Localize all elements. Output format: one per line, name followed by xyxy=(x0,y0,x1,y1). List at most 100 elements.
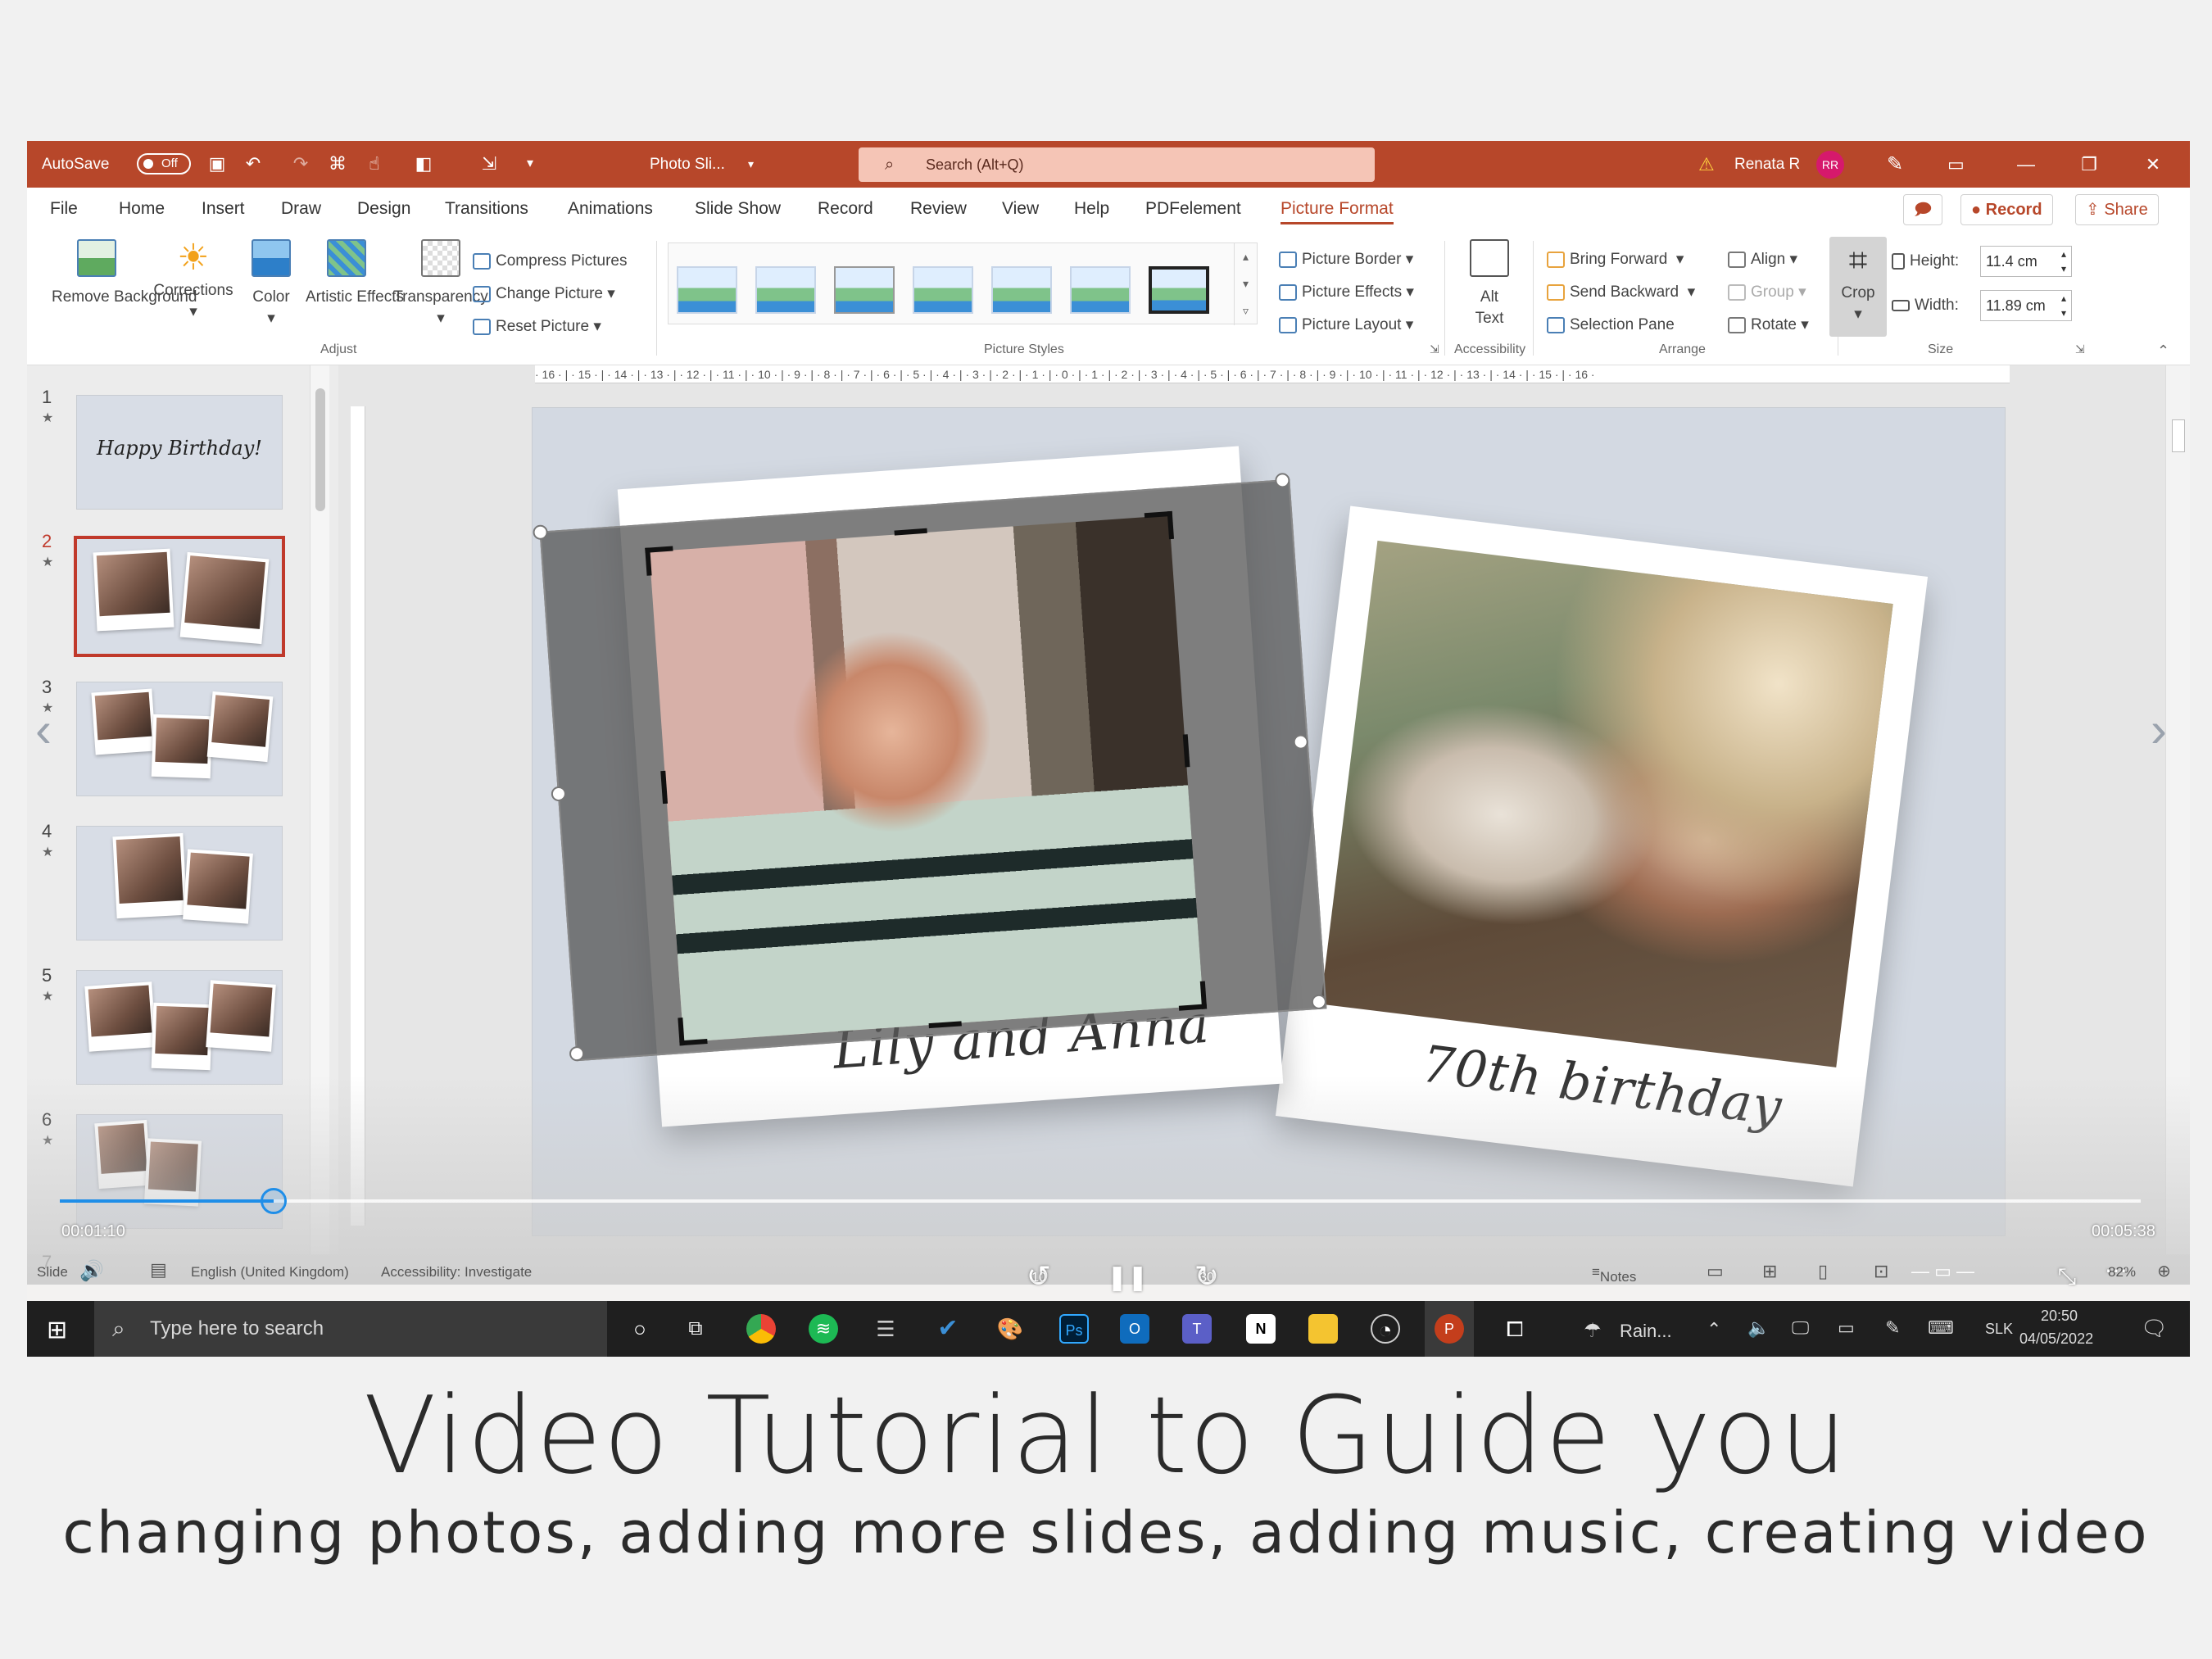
notion-icon[interactable]: N xyxy=(1246,1314,1276,1344)
tab-review[interactable]: Review xyxy=(910,199,967,219)
tab-pdfelement[interactable]: PDFelement xyxy=(1145,199,1241,219)
record-button[interactable]: ● Record xyxy=(1960,194,2053,225)
picture-style-5[interactable] xyxy=(991,266,1052,314)
search-box[interactable]: ⌕ Search (Alt+Q) xyxy=(859,147,1375,182)
tab-animations[interactable]: Animations xyxy=(568,199,653,219)
tab-transitions[interactable]: Transitions xyxy=(445,199,528,219)
group-button[interactable]: Group ▾ xyxy=(1728,282,1806,303)
slide-thumbnail-1[interactable]: Happy Birthday! xyxy=(76,395,283,510)
crop-handle-bottom[interactable] xyxy=(927,998,962,1029)
battery-icon[interactable]: ▭ xyxy=(1838,1317,1855,1339)
video-progress-track[interactable] xyxy=(60,1199,2141,1203)
normal-view-icon[interactable]: ▭ xyxy=(1707,1261,1724,1282)
document-name[interactable]: Photo Sli... xyxy=(650,141,725,188)
customize-qat-icon[interactable]: ▾ xyxy=(519,152,542,175)
ribbon-display-icon[interactable]: ▭ xyxy=(1947,141,1965,188)
collapse-ribbon-icon[interactable]: ⌃ xyxy=(2157,342,2169,360)
reading-view-icon[interactable]: ▯ xyxy=(1818,1261,1828,1282)
picture-effects-button[interactable]: Picture Effects ▾ xyxy=(1279,282,1414,303)
file-explorer-icon[interactable] xyxy=(1308,1314,1338,1344)
spotify-icon[interactable]: ≋ xyxy=(809,1314,838,1344)
windows-start-icon[interactable]: ⊞ xyxy=(47,1316,67,1344)
change-picture-button[interactable]: Change Picture ▾ xyxy=(473,283,615,305)
tab-design[interactable]: Design xyxy=(357,199,410,219)
align-button[interactable]: Align ▾ xyxy=(1728,249,1797,270)
powerpoint-taskbar-button[interactable]: P xyxy=(1425,1301,1474,1357)
picture-style-6[interactable] xyxy=(1070,266,1131,314)
photoshop-icon[interactable]: Ps xyxy=(1059,1314,1089,1344)
resize-handle[interactable] xyxy=(1311,994,1327,1010)
spellcheck-icon[interactable]: ▤ xyxy=(150,1259,167,1281)
slide-thumbnail-3[interactable] xyxy=(76,682,283,796)
more-options-icon[interactable]: ⋯ xyxy=(2100,1257,2133,1284)
notification-icon[interactable]: 🗨 xyxy=(2141,1316,2168,1341)
crop-handle-bottom-right[interactable] xyxy=(1176,981,1208,1011)
color-button[interactable]: Color ▾ xyxy=(238,239,304,329)
picture-style-7[interactable] xyxy=(1149,266,1209,314)
autosave-toggle[interactable]: Off xyxy=(137,153,191,175)
picture-style-1[interactable] xyxy=(677,266,737,314)
todo-icon[interactable]: ✔ xyxy=(933,1314,963,1344)
tray-chevron-icon[interactable]: ⌃ xyxy=(1707,1319,1721,1340)
user-name[interactable]: Renata R xyxy=(1734,141,1800,188)
forward-30-button[interactable]: ↻ 30 xyxy=(1186,1259,1227,1294)
selection-pane-button[interactable]: Selection Pane xyxy=(1547,315,1675,336)
redo-icon[interactable]: ↷ xyxy=(289,152,312,175)
app-icon[interactable]: ☰ xyxy=(871,1314,900,1344)
picture-border-button[interactable]: Picture Border ▾ xyxy=(1279,249,1413,270)
slide-thumbnail-4[interactable] xyxy=(76,826,283,941)
pause-button[interactable]: ❚❚ xyxy=(1107,1263,1148,1292)
picture-style-4[interactable] xyxy=(913,266,973,314)
picture-styles-gallery[interactable]: ▴ ▾ ▿ xyxy=(668,243,1258,325)
task-view-icon[interactable]: ⧉ xyxy=(681,1314,710,1344)
cortana-icon[interactable]: ○ xyxy=(625,1314,655,1344)
width-input[interactable]: 11.89 cm ▴ ▾ xyxy=(1980,290,2072,321)
teams-icon[interactable]: T xyxy=(1182,1314,1212,1344)
taskbar-search[interactable]: ⌕ Type here to search xyxy=(94,1301,607,1357)
compress-pictures-button[interactable]: Compress Pictures xyxy=(473,251,628,272)
slide-thumbnail-2[interactable] xyxy=(74,536,285,657)
crop-region-overlay[interactable] xyxy=(533,472,1327,1062)
tab-view[interactable]: View xyxy=(1002,199,1039,219)
language-status[interactable]: English (United Kingdom) xyxy=(191,1264,349,1281)
slide-sorter-icon[interactable]: ⊞ xyxy=(1762,1261,1777,1282)
weather-icon[interactable]: ☂ xyxy=(1584,1319,1602,1343)
save-icon[interactable]: ▣ xyxy=(206,152,229,175)
speaker-icon[interactable]: 🔈 xyxy=(1747,1317,1770,1339)
width-spinner[interactable]: ▴ ▾ xyxy=(2061,291,2066,320)
tab-record[interactable]: Record xyxy=(818,199,873,219)
crop-handle-top-right[interactable] xyxy=(1144,510,1175,542)
pen-icon[interactable]: ✎ xyxy=(1887,141,1903,188)
picture-layout-button[interactable]: Picture Layout ▾ xyxy=(1279,315,1413,336)
crop-button[interactable]: ⌗ Crop ▾ xyxy=(1829,237,1887,337)
resize-handle[interactable] xyxy=(569,1045,585,1062)
gallery-scroll[interactable]: ▴ ▾ ▿ xyxy=(1234,243,1257,325)
outlook-icon[interactable]: O xyxy=(1120,1314,1149,1344)
fit-to-window-icon[interactable]: ⊕ xyxy=(2157,1261,2171,1281)
thumbnail-scroll-thumb[interactable] xyxy=(315,388,325,511)
screen-icon[interactable]: ⧠ xyxy=(1500,1314,1530,1344)
crop-handle-bottom-left[interactable] xyxy=(678,1016,708,1046)
comments-icon[interactable]: 🗩 xyxy=(1903,194,1943,225)
resize-handle[interactable] xyxy=(533,524,549,541)
rewind-10-button[interactable]: ↺ 10 xyxy=(1018,1259,1059,1294)
next-slide-arrow-icon[interactable]: › xyxy=(2151,701,2167,758)
avatar[interactable]: RR xyxy=(1816,151,1844,179)
photo-elderly-man[interactable] xyxy=(649,515,1203,1043)
share-button[interactable]: ⇪ Share xyxy=(2075,194,2159,225)
chrome-icon[interactable] xyxy=(746,1314,776,1344)
crop-handle-right[interactable] xyxy=(1159,734,1190,769)
obs-icon[interactable]: ◔ xyxy=(1371,1314,1400,1344)
size-dialog-launcher-icon[interactable]: ⇲ xyxy=(2075,342,2085,356)
close-icon[interactable]: ✕ xyxy=(2133,141,2173,188)
weather-text[interactable]: Rain... xyxy=(1620,1321,1672,1342)
picture-style-3[interactable] xyxy=(834,266,895,314)
minimize-icon[interactable]: — xyxy=(2006,141,2047,188)
remove-background-button[interactable]: Remove Background xyxy=(52,239,197,308)
scroll-thumb[interactable] xyxy=(2172,419,2185,452)
pen-tray-icon[interactable]: ✎ xyxy=(1885,1317,1900,1339)
corrections-button[interactable]: ☀ Corrections ▾ xyxy=(148,239,238,323)
photo-grandmother-and-woman[interactable] xyxy=(1320,540,1893,1067)
reset-picture-button[interactable]: Reset Picture ▾ xyxy=(473,316,601,338)
height-input[interactable]: 11.4 cm ▴ ▾ xyxy=(1980,246,2072,277)
